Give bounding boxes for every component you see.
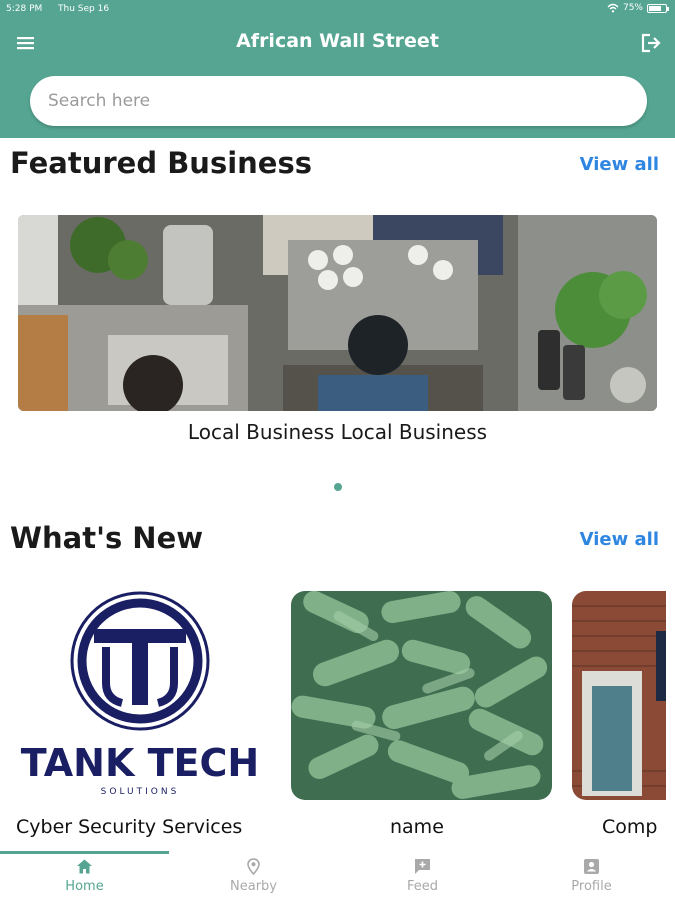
tank-tech-logo: TANK TECH SOLUTIONS bbox=[8, 591, 272, 800]
green-texture-image bbox=[291, 591, 552, 800]
featured-section-title: Featured Business bbox=[10, 146, 312, 180]
app-title: African Wall Street bbox=[236, 30, 439, 52]
logo-text: TANK TECH bbox=[21, 741, 259, 785]
nav-label: Feed bbox=[406, 879, 438, 894]
brick-building-image bbox=[572, 591, 666, 800]
status-bar: 5:28 PM Thu Sep 16 75% bbox=[0, 0, 675, 18]
status-time: 5:28 PM bbox=[6, 4, 43, 14]
home-icon bbox=[77, 859, 92, 874]
nav-label: Nearby bbox=[230, 879, 277, 894]
status-date: Thu Sep 16 bbox=[58, 4, 110, 14]
search-bar[interactable] bbox=[30, 76, 647, 126]
whats-new-card-comp[interactable] bbox=[572, 591, 666, 800]
nav-item-profile[interactable]: Profile bbox=[507, 851, 675, 900]
carousel-indicator-dot[interactable] bbox=[334, 483, 342, 491]
nav-item-nearby[interactable]: Nearby bbox=[169, 851, 338, 900]
featured-business-name: Local Business Local Business bbox=[187, 420, 488, 444]
battery-percent: 75% bbox=[622, 3, 643, 13]
whats-new-section-title: What's New bbox=[10, 521, 204, 555]
location-pin-icon bbox=[247, 858, 260, 875]
bottom-navigation: Home Nearby Feed Profile bbox=[0, 851, 675, 900]
status-indicators: 75% bbox=[607, 3, 669, 13]
whats-new-card-title: Cyber Security Services bbox=[16, 816, 243, 838]
wifi-icon bbox=[607, 3, 619, 13]
whats-new-card-title: name bbox=[390, 816, 444, 838]
featured-business-card[interactable] bbox=[18, 215, 657, 411]
whats-new-view-all-link[interactable]: View all bbox=[580, 529, 659, 550]
app-bar: African Wall Street bbox=[0, 18, 675, 138]
nav-item-home[interactable]: Home bbox=[0, 851, 169, 900]
featured-view-all-link[interactable]: View all bbox=[580, 154, 659, 175]
feed-icon bbox=[415, 859, 430, 874]
logo-subtext: SOLUTIONS bbox=[101, 787, 180, 797]
nav-label: Home bbox=[65, 879, 104, 894]
nav-label: Profile bbox=[571, 879, 612, 894]
nav-item-feed[interactable]: Feed bbox=[338, 851, 507, 900]
battery-icon bbox=[647, 3, 669, 13]
whats-new-card-title: Comp bbox=[602, 816, 658, 838]
search-input[interactable] bbox=[30, 76, 647, 126]
coffee-shop-image bbox=[18, 215, 657, 411]
logout-icon[interactable] bbox=[639, 32, 663, 54]
whats-new-card-name[interactable] bbox=[291, 591, 552, 800]
whats-new-card-cyber-security[interactable]: TANK TECH SOLUTIONS bbox=[8, 591, 272, 800]
profile-icon bbox=[584, 859, 599, 874]
